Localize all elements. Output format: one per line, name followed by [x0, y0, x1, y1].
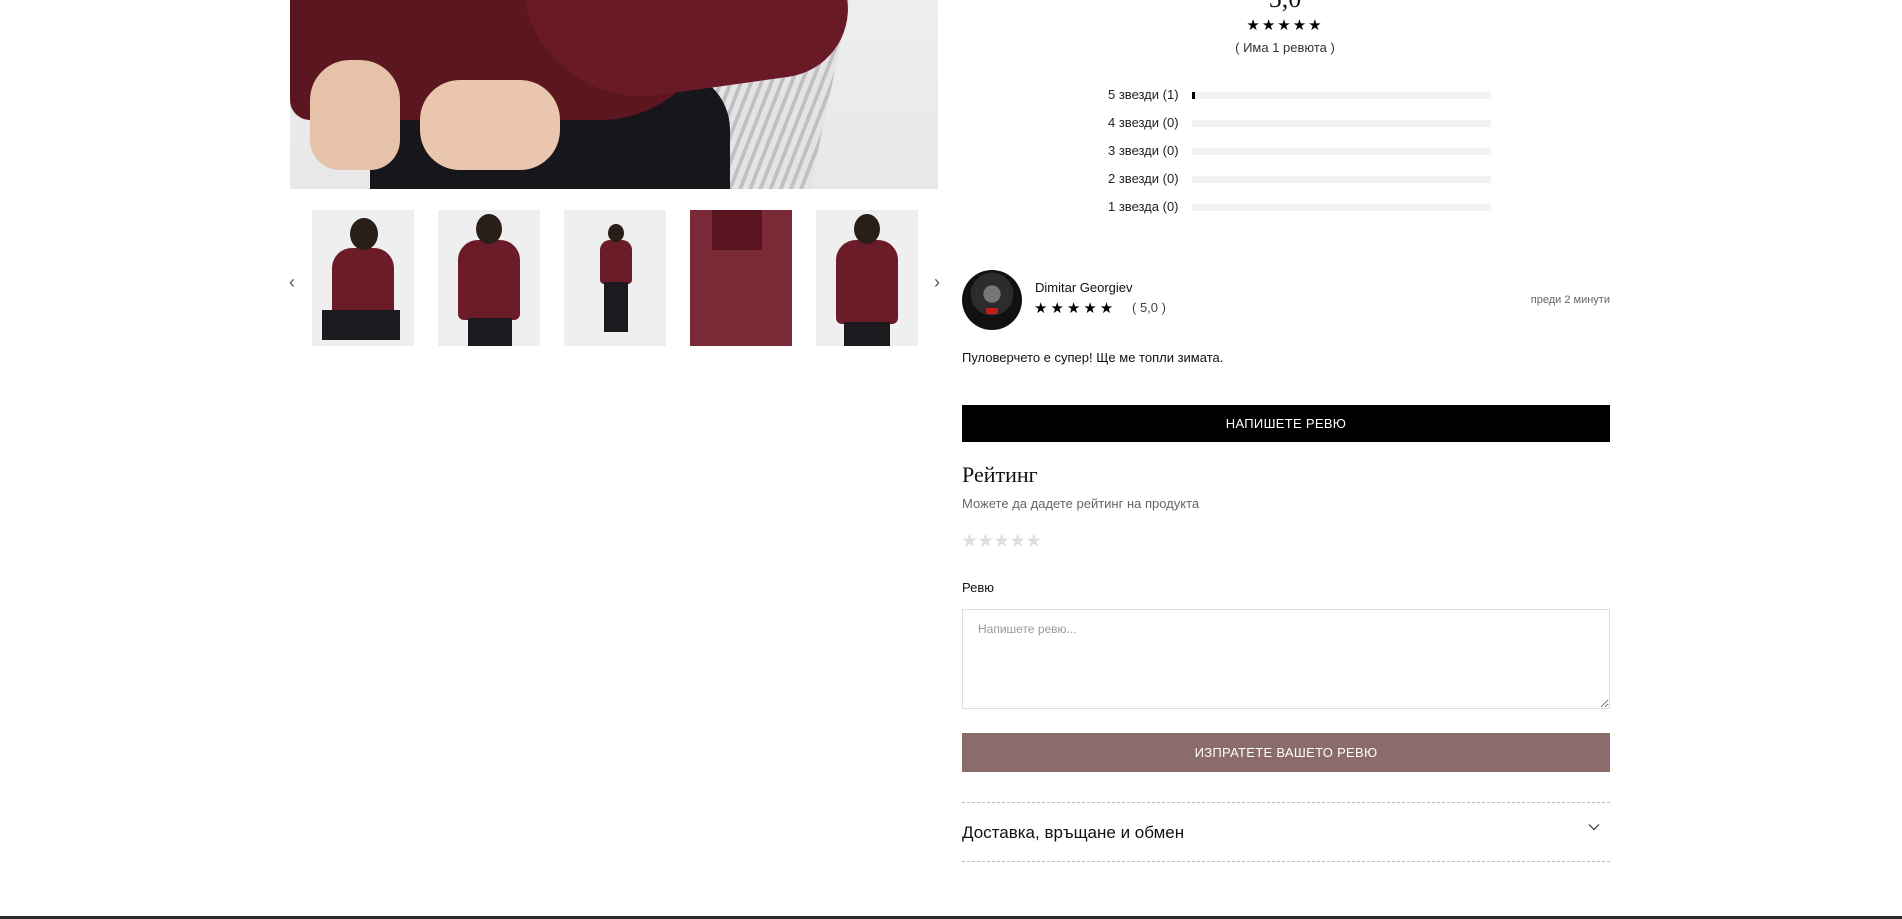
rating-bar-track	[1192, 148, 1491, 155]
rating-bar-4[interactable]: 4 звезди (0)	[1108, 115, 1508, 131]
main-product-image	[290, 0, 938, 189]
thumbnail-4[interactable]	[690, 210, 792, 346]
review-stars-icon: ★★★★★	[1034, 300, 1117, 317]
thumbnail-next-icon[interactable]: ›	[929, 270, 945, 294]
delivery-accordion[interactable]: Доставка, връщане и обмен	[962, 802, 1610, 862]
thumbnail-5[interactable]	[816, 210, 918, 346]
star-rating-input[interactable]: ★★★★★	[961, 530, 1042, 553]
review-count: ( Има 1 ревюта )	[1235, 40, 1335, 55]
review-textarea[interactable]	[962, 609, 1610, 709]
rating-bar-track	[1192, 204, 1491, 211]
rating-bar-track	[1192, 120, 1491, 127]
chevron-down-icon	[1588, 824, 1600, 831]
thumbnail-2[interactable]	[438, 210, 540, 346]
reviewer-name: Dimitar Georgiev	[1035, 280, 1133, 295]
thumbnail-1[interactable]	[312, 210, 414, 346]
rating-bar-3[interactable]: 3 звезди (0)	[1108, 143, 1508, 159]
summary-stars-icon: ★★★★★	[1246, 17, 1324, 34]
thumbnail-prev-icon[interactable]: ‹	[284, 270, 300, 294]
hand-shape-2	[420, 80, 560, 170]
accordion-title: Доставка, връщане и обмен	[962, 823, 1185, 842]
star-3-icon[interactable]: ★	[993, 531, 1010, 552]
hand-shape	[310, 60, 400, 170]
rating-bar-label: 4 звезди (0)	[1108, 115, 1179, 130]
rating-bar-label: 2 звезди (0)	[1108, 171, 1179, 186]
average-rating: 5,0	[1230, 0, 1340, 14]
rating-form-subtitle: Можете да дадете рейтинг на продукта	[962, 496, 1200, 511]
rating-bar-track	[1192, 92, 1491, 99]
rating-bar-label: 5 звезди (1)	[1108, 87, 1179, 102]
review-timestamp: преди 2 минути	[1530, 294, 1610, 306]
rating-bar-1[interactable]: 1 звезда (0)	[1108, 199, 1508, 215]
review-field-label: Ревю	[962, 580, 994, 595]
write-review-button[interactable]: НАПИШЕТЕ РЕВЮ	[962, 405, 1610, 442]
rating-bar-label: 1 звезда (0)	[1108, 199, 1179, 214]
rating-bar-2[interactable]: 2 звезди (0)	[1108, 171, 1508, 187]
submit-review-button[interactable]: ИЗПРАТЕТЕ ВАШЕТО РЕВЮ	[962, 733, 1610, 772]
star-4-icon[interactable]: ★	[1009, 531, 1026, 552]
reviewer-avatar	[962, 270, 1022, 330]
thumbnail-3[interactable]	[564, 210, 666, 346]
review-text: Пуловерчето е супер! Ще ме топли зимата.	[962, 350, 1224, 365]
rating-form-title: Рейтинг	[962, 462, 1038, 487]
rating-bar-label: 3 звезди (0)	[1108, 143, 1179, 158]
star-1-icon[interactable]: ★	[961, 531, 978, 552]
rating-bar-5[interactable]: 5 звезди (1)	[1108, 87, 1508, 103]
star-2-icon[interactable]: ★	[977, 531, 994, 552]
review-score: ( 5,0 )	[1132, 300, 1166, 315]
star-5-icon[interactable]: ★	[1025, 531, 1042, 552]
rating-bar-fill	[1192, 92, 1195, 99]
rating-bar-track	[1192, 176, 1491, 183]
